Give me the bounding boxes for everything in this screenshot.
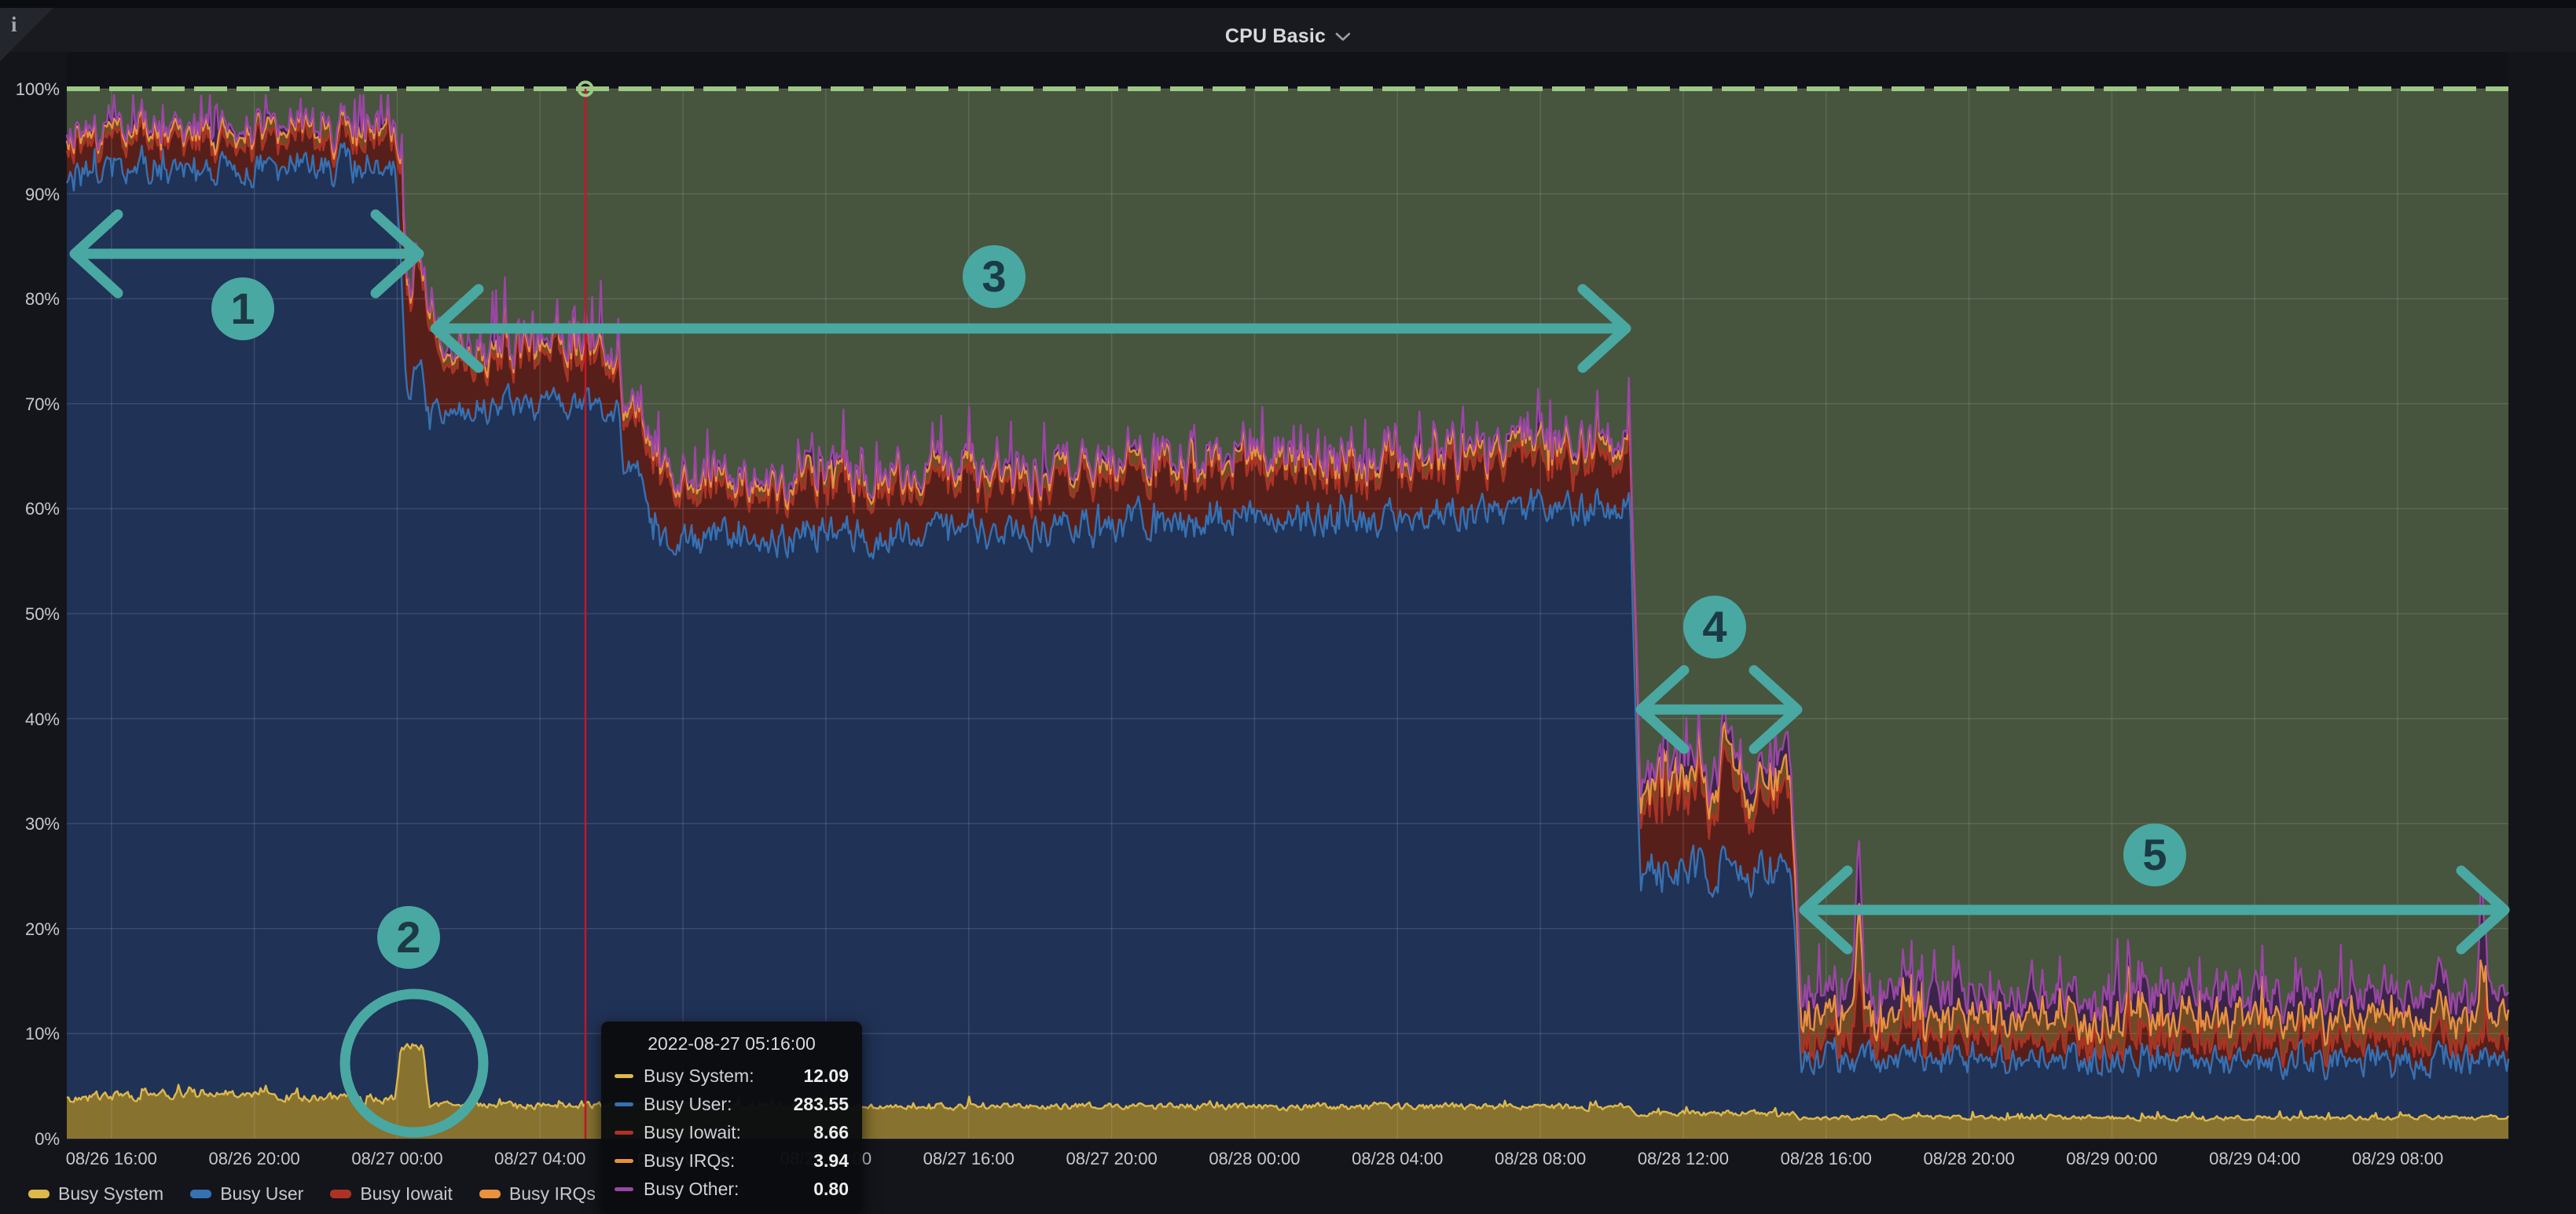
tooltip-row: Busy System: 12.09: [615, 1065, 849, 1087]
legend-item-busy-system[interactable]: Busy System: [28, 1183, 163, 1205]
annotation-badge-number-2: 2: [396, 912, 420, 962]
tooltip-series-dash-icon: [615, 1102, 633, 1106]
annotation-badge-number-3: 3: [982, 251, 1006, 301]
x-axis-tick-label: 08/26 20:00: [196, 1149, 314, 1169]
x-axis-tick-label: 08/28 12:00: [1624, 1149, 1742, 1169]
x-axis-tick-label: 08/27 20:00: [1053, 1149, 1171, 1169]
tooltip-row: Busy Other: 0.80: [615, 1179, 849, 1200]
legend-item-busy-irqs[interactable]: Busy IRQs: [479, 1183, 596, 1205]
x-axis-tick-label: 08/28 00:00: [1195, 1149, 1313, 1169]
tooltip-series-value: 3.94: [813, 1150, 849, 1172]
y-axis-tick-label: 80%: [0, 289, 60, 310]
legend-item-busy-iowait[interactable]: Busy Iowait: [330, 1183, 453, 1205]
grafana-panel: { "panel": { "title": "CPU Basic", "info…: [0, 0, 2576, 1212]
chart-tooltip: 2022-08-27 05:16:00 Busy System:12.09Bus…: [601, 1021, 862, 1214]
tooltip-series-label: Busy Other:: [644, 1179, 799, 1200]
annotation-badge-number-4: 4: [1702, 602, 1727, 651]
legend-swatch-icon: [190, 1190, 211, 1198]
y-axis-tick-label: 30%: [0, 814, 60, 834]
tooltip-series-dash-icon: [615, 1131, 633, 1135]
tooltip-series-label: Busy System:: [644, 1065, 789, 1087]
x-axis-tick-label: 08/28 16:00: [1767, 1149, 1885, 1169]
annotation-badge-number-5: 5: [2142, 830, 2167, 879]
y-axis-tick-label: 0%: [0, 1129, 60, 1150]
legend-label: Busy Iowait: [360, 1183, 453, 1205]
x-axis-tick-label: 08/26 16:00: [53, 1149, 171, 1169]
x-axis-tick-label: 08/29 04:00: [2196, 1149, 2314, 1169]
legend: Busy System Busy User Busy Iowait Busy IRQs: [28, 1183, 596, 1205]
cpu-usage-chart[interactable]: 1 2 3 4 5: [0, 0, 2576, 1212]
y-axis-tick-label: 20%: [0, 919, 60, 940]
tooltip-series-value: 8.66: [813, 1122, 849, 1143]
x-axis-tick-label: 08/29 08:00: [2339, 1149, 2457, 1169]
x-axis-tick-label: 08/28 04:00: [1338, 1149, 1456, 1169]
y-axis-tick-label: 40%: [0, 710, 60, 730]
tooltip-series-dash-icon: [615, 1159, 633, 1163]
tooltip-series-dash-icon: [615, 1074, 633, 1078]
tooltip-series-label: Busy User:: [644, 1094, 780, 1115]
tooltip-row: Busy Iowait: 8.66: [615, 1122, 849, 1143]
y-axis-tick-label: 100%: [0, 79, 60, 100]
tooltip-series-label: Busy Iowait:: [644, 1122, 799, 1143]
tooltip-series-value: 0.80: [813, 1179, 849, 1200]
y-axis-tick-label: 70%: [0, 394, 60, 415]
x-axis-tick-label: 08/27 04:00: [481, 1149, 599, 1169]
tooltip-series-value: 283.55: [794, 1094, 849, 1115]
tooltip-series-label: Busy IRQs:: [644, 1150, 799, 1172]
tooltip-timestamp: 2022-08-27 05:16:00: [615, 1033, 849, 1054]
x-axis-tick-label: 08/29 00:00: [2053, 1149, 2171, 1169]
tooltip-row: Busy IRQs: 3.94: [615, 1150, 849, 1172]
legend-label: Busy IRQs: [509, 1183, 596, 1205]
tooltip-row: Busy User: 283.55: [615, 1094, 849, 1115]
y-axis-tick-label: 10%: [0, 1024, 60, 1044]
x-axis-tick-label: 08/28 20:00: [1910, 1149, 2028, 1169]
legend-swatch-icon: [28, 1190, 50, 1198]
legend-label: Busy System: [58, 1183, 163, 1205]
y-axis-tick-label: 60%: [0, 499, 60, 519]
annotation-badge-number-1: 1: [230, 284, 255, 333]
legend-swatch-icon: [330, 1190, 351, 1198]
y-axis-tick-label: 90%: [0, 185, 60, 205]
legend-item-busy-user[interactable]: Busy User: [190, 1183, 303, 1205]
x-axis-tick-label: 08/27 00:00: [338, 1149, 456, 1169]
legend-swatch-icon: [479, 1190, 501, 1198]
tooltip-series-value: 12.09: [803, 1065, 849, 1087]
x-axis-tick-label: 08/27 16:00: [910, 1149, 1028, 1169]
legend-label: Busy User: [220, 1183, 303, 1205]
x-axis-tick-label: 08/28 08:00: [1481, 1149, 1599, 1169]
tooltip-series-dash-icon: [615, 1187, 633, 1191]
y-axis-tick-label: 50%: [0, 604, 60, 625]
